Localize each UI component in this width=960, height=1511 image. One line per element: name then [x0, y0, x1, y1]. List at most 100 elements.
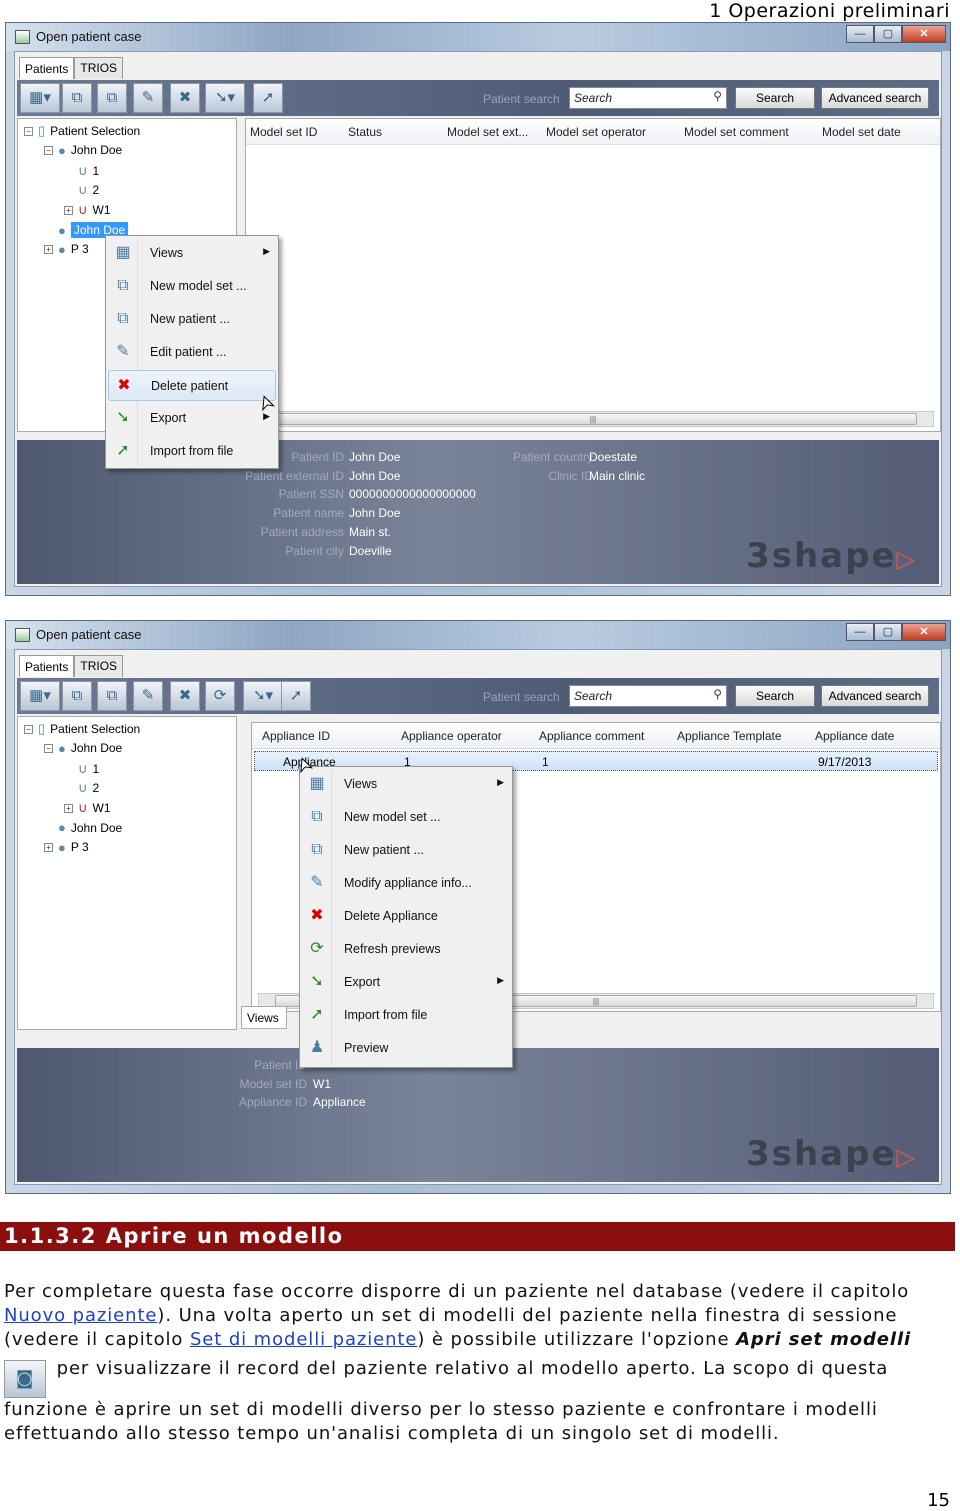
menu-item-views[interactable]: ▦ Views ▶	[302, 769, 510, 800]
tree-node[interactable]: − ▯ Patient Selection	[24, 721, 140, 737]
export-button[interactable]: ➘▾	[243, 681, 283, 711]
tree-node[interactable]: − ● John Doe	[44, 143, 122, 158]
tab-trios[interactable]: TRIOS	[74, 57, 124, 79]
menu-item-preview[interactable]: ♟ Preview	[302, 1033, 510, 1064]
scrollbar-thumb[interactable]: |||	[269, 413, 917, 425]
modify-appliance-button[interactable]: ✎	[133, 681, 163, 711]
search-magnifier-icon[interactable]: ⚲	[713, 89, 722, 103]
refresh-button[interactable]: ⟳	[205, 681, 235, 711]
tree-node-label: John Doe	[70, 143, 123, 158]
expander-icon[interactable]: −	[24, 724, 33, 734]
page-header: 1 Operazioni preliminari	[709, 0, 950, 22]
menu-item-export[interactable]: ➘ Export ▶	[302, 967, 510, 998]
menu-item-export[interactable]: ➘ Export ▶	[108, 403, 276, 434]
new-patient-button[interactable]: ⧉	[97, 83, 127, 113]
search-input[interactable]: Search ⚲	[569, 87, 727, 109]
delete-appliance-button[interactable]: ✖	[170, 681, 200, 711]
column-header[interactable]: Appliance ID	[262, 729, 330, 743]
tree-node[interactable]: ∪ 1	[64, 163, 99, 179]
maximize-button[interactable]: ▢	[874, 623, 902, 641]
expander-icon[interactable]: −	[44, 743, 53, 753]
close-button[interactable]: ✕	[902, 25, 946, 43]
expander-icon[interactable]: −	[24, 126, 33, 136]
column-header[interactable]: Model set comment	[684, 125, 789, 139]
column-header[interactable]: Appliance Template	[677, 729, 782, 743]
link-set-di-modelli-paziente[interactable]: Set di modelli paziente	[190, 1329, 417, 1350]
views-tab[interactable]: Views	[241, 1006, 287, 1029]
new-model-set-button[interactable]: ⧉	[62, 83, 92, 113]
minimize-button[interactable]: —	[846, 623, 874, 641]
import-button[interactable]: ➚	[281, 681, 311, 711]
search-input[interactable]: Search ⚲	[569, 685, 727, 707]
link-nuovo-paziente[interactable]: Nuovo paziente	[4, 1305, 157, 1326]
menu-item-import-from-file[interactable]: ➚ Import from file	[108, 436, 276, 467]
views-grid-button[interactable]: ▦▾	[20, 681, 60, 711]
tree-node[interactable]: + ● P 3	[44, 840, 89, 855]
tree-node[interactable]: + ∪ W1	[64, 800, 111, 816]
close-button[interactable]: ✕	[902, 623, 946, 641]
advanced-search-button[interactable]: Advanced search	[821, 685, 929, 707]
menu-item-delete-patient[interactable]: ✖ Delete patient	[108, 370, 276, 401]
views-grid-button[interactable]: ▦▾	[20, 83, 60, 113]
new-model-set-icon: ⧉	[117, 277, 129, 294]
advanced-search-button[interactable]: Advanced search	[821, 87, 929, 109]
menu-item-new-model-set[interactable]: ⧉ New model set ...	[108, 271, 276, 302]
menu-item-delete-appliance[interactable]: ✖ Delete Appliance	[302, 901, 510, 932]
column-header[interactable]: Appliance operator	[401, 729, 502, 743]
import-icon: ➚	[261, 89, 275, 106]
column-header[interactable]: Model set date	[822, 125, 901, 139]
tree-node[interactable]: ● John Doe	[44, 820, 122, 835]
expander-icon[interactable]: +	[44, 842, 53, 852]
menu-item-views[interactable]: ▦ Views ▶	[108, 238, 276, 269]
patient-icon: ●	[58, 222, 66, 238]
expander-icon[interactable]: +	[64, 803, 73, 813]
new-model-set-button[interactable]: ⧉	[62, 681, 92, 711]
menu-item-new-patient[interactable]: ⧉ New patient ...	[108, 304, 276, 335]
tree-node[interactable]: ∪ 2	[64, 780, 99, 796]
tree-node-label: 1	[92, 761, 100, 776]
menu-item-edit-patient[interactable]: ✎ Edit patient ...	[108, 337, 276, 368]
detail-value: John Doe	[349, 468, 401, 483]
tab-trios[interactable]: TRIOS	[74, 655, 124, 677]
menu-item-modify-appliance-info[interactable]: ✎ Modify appliance info...	[302, 868, 510, 899]
menu-item-import-from-file[interactable]: ➚ Import from file	[302, 1000, 510, 1031]
column-header[interactable]: Appliance comment	[539, 729, 644, 743]
open-patient-case-window-2: Open patient case — ▢ ✕ Patients TRIOS ▦▾ ⧉ ⧉ ✎ ✖ ⟳…	[5, 620, 951, 1194]
delete-patient-button[interactable]: ✖	[170, 83, 200, 113]
new-patient-button[interactable]: ⧉	[97, 681, 127, 711]
tree-node[interactable]: ∪ 1	[64, 761, 99, 777]
edit-patient-button[interactable]: ✎	[133, 83, 163, 113]
expander-icon[interactable]: +	[44, 244, 53, 254]
window-content: Patients TRIOS ▦▾ ⧉ ⧉ ✎ ✖ ⟳ ➘▾ ➚ Patient search Sea…	[14, 649, 942, 1185]
detail-label: Appliance ID	[238, 1095, 307, 1110]
tree-node[interactable]: − ● John Doe	[44, 741, 122, 756]
search-button[interactable]: Search	[735, 685, 815, 707]
search-button[interactable]: Search	[735, 87, 815, 109]
menu-item-new-patient[interactable]: ⧉ New patient ...	[302, 835, 510, 866]
tree-node-label: P 3	[70, 840, 89, 855]
menu-item-label: New patient ...	[344, 843, 424, 857]
column-header[interactable]: Model set ID	[250, 125, 317, 139]
tree-node-label: John Doe	[70, 741, 123, 756]
tree-node[interactable]: + ∪ W1	[64, 202, 111, 218]
minimize-button[interactable]: —	[846, 25, 874, 43]
column-header[interactable]: Status	[348, 125, 382, 139]
search-magnifier-icon[interactable]: ⚲	[713, 687, 722, 701]
tree-node[interactable]: ∪ 2	[64, 182, 99, 198]
expander-icon[interactable]: −	[44, 145, 53, 155]
column-header[interactable]: Appliance date	[815, 729, 894, 743]
maximize-button[interactable]: ▢	[874, 25, 902, 43]
expander-icon[interactable]: +	[64, 205, 73, 215]
export-button[interactable]: ➘▾	[205, 83, 245, 113]
column-header[interactable]: Model set ext...	[447, 125, 528, 139]
horizontal-scrollbar[interactable]: |||	[252, 411, 934, 427]
tab-patients[interactable]: Patients	[19, 655, 75, 677]
column-header[interactable]: Model set operator	[546, 125, 646, 139]
menu-item-label: Views	[344, 777, 378, 791]
tree-node[interactable]: − ▯ Patient Selection	[24, 123, 140, 139]
menu-item-new-model-set[interactable]: ⧉ New model set ...	[302, 802, 510, 833]
import-button[interactable]: ➚	[253, 83, 283, 113]
tree-node[interactable]: + ● P 3	[44, 242, 89, 257]
menu-item-refresh-previews[interactable]: ⟳ Refresh previews	[302, 934, 510, 965]
tab-patients[interactable]: Patients	[19, 57, 75, 79]
